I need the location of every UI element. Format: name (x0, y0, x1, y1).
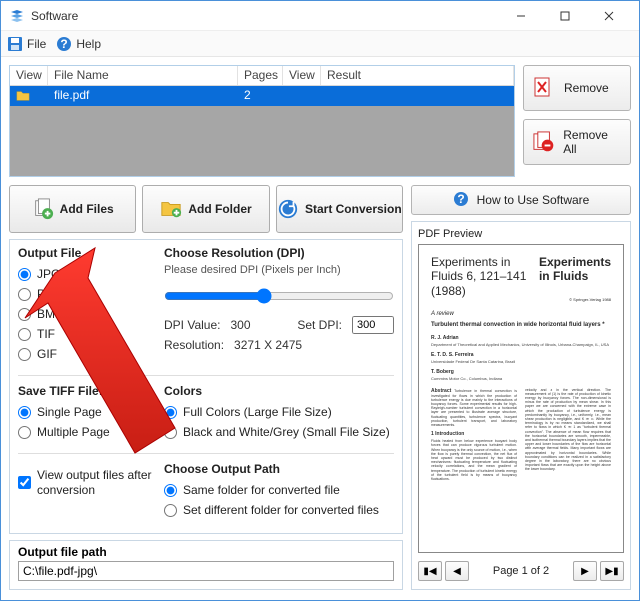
remove-all-label: Remove All (563, 128, 622, 156)
remove-all-icon (532, 130, 555, 154)
menu-help[interactable]: ? Help (56, 36, 101, 52)
radio-gif[interactable]: GIF (18, 344, 156, 364)
radio-png[interactable]: PNG (18, 284, 156, 304)
maximize-button[interactable] (543, 2, 587, 30)
cell-pages: 2 (238, 86, 283, 106)
add-folder-icon (160, 198, 182, 220)
titlebar: Software (1, 1, 639, 31)
radio-tiff-multi[interactable]: Multiple Page (18, 422, 156, 442)
dpi-res-value: 3271 X 2475 (234, 338, 302, 352)
add-folder-button[interactable]: Add Folder (142, 185, 269, 233)
svg-text:?: ? (457, 192, 464, 206)
radio-jpg[interactable]: JPG (18, 264, 156, 284)
menubar: File ? Help (1, 31, 639, 57)
nav-first-button[interactable]: ▮◀ (418, 561, 442, 581)
table-row[interactable]: file.pdf 2 (10, 86, 514, 106)
help-icon: ? (56, 36, 72, 52)
save-tiff-heading: Save TIFF File: (18, 384, 156, 398)
remove-label: Remove (564, 81, 609, 95)
menu-file[interactable]: File (7, 36, 46, 52)
svg-text:?: ? (61, 37, 68, 51)
table-header: View File Name Pages View Result (10, 66, 514, 86)
radio-path-same[interactable]: Same folder for converted file (164, 480, 394, 500)
add-files-label: Add Files (60, 202, 114, 216)
nav-prev-button[interactable]: ◀ (445, 561, 469, 581)
output-path-heading: Output file path (18, 545, 394, 559)
page-indicator: Page 1 of 2 (493, 565, 549, 577)
folder-icon (16, 89, 30, 103)
menu-help-label: Help (76, 37, 101, 51)
col-filename[interactable]: File Name (48, 66, 238, 85)
colors-heading: Colors (164, 384, 394, 398)
dpi-set-label: Set DPI: (297, 318, 342, 332)
file-table[interactable]: View File Name Pages View Result file.pd… (9, 65, 515, 177)
output-path-input[interactable] (18, 561, 394, 581)
dpi-slider[interactable] (164, 288, 394, 304)
how-to-use-button[interactable]: ? How to Use Software (411, 185, 631, 215)
add-files-icon (32, 198, 54, 220)
cell-filename: file.pdf (48, 86, 238, 106)
refresh-icon (277, 198, 299, 220)
choose-output-heading: Choose Output Path (164, 462, 394, 476)
close-button[interactable] (587, 2, 631, 30)
pdf-preview-heading: PDF Preview (418, 228, 624, 240)
col-view2[interactable]: View (283, 66, 321, 85)
radio-colors-full[interactable]: Full Colors (Large File Size) (164, 402, 394, 422)
dpi-value: 300 (230, 318, 250, 332)
output-file-heading: Output File (18, 246, 156, 260)
window-title: Software (31, 9, 499, 23)
radio-colors-bw[interactable]: Black and White/Grey (Small File Size) (164, 422, 394, 442)
pdf-preview-page[interactable]: Experiments in Fluids 6, 121–141 (1988) … (418, 244, 624, 553)
nav-last-button[interactable]: ▶▮ (600, 561, 624, 581)
menu-file-label: File (27, 37, 46, 51)
add-files-button[interactable]: Add Files (9, 185, 136, 233)
dpi-desc: Please desired DPI (Pixels per Inch) (164, 264, 394, 276)
start-conversion-label: Start Conversion (305, 202, 402, 216)
help-icon: ? (453, 191, 469, 210)
how-to-use-label: How to Use Software (477, 193, 590, 207)
col-result[interactable]: Result (321, 66, 514, 85)
minimize-button[interactable] (499, 2, 543, 30)
cell-result (321, 86, 514, 106)
radio-path-diff[interactable]: Set different folder for converted files (164, 500, 394, 520)
radio-tiff-single[interactable]: Single Page (18, 402, 156, 422)
app-icon (9, 8, 25, 24)
pdf-preview-panel: PDF Preview Experiments in Fluids 6, 121… (411, 221, 631, 590)
remove-icon (532, 76, 556, 100)
radio-bmp[interactable]: BMP (18, 304, 156, 324)
col-view[interactable]: View (10, 66, 48, 85)
output-path-panel: Output file path (9, 540, 403, 590)
radio-tif[interactable]: TIF (18, 324, 156, 344)
dpi-res-label: Resolution: (164, 338, 224, 352)
save-icon (7, 36, 23, 52)
col-pages[interactable]: Pages (238, 66, 283, 85)
dpi-value-label: DPI Value: (164, 318, 220, 332)
start-conversion-button[interactable]: Start Conversion (276, 185, 403, 233)
options-panel: Output File JPG PNG BMP TIF GIF Choose R… (9, 239, 403, 534)
remove-all-button[interactable]: Remove All (523, 119, 631, 165)
remove-button[interactable]: Remove (523, 65, 631, 111)
view-output-checkbox[interactable]: View output files after conversion (18, 468, 156, 497)
dpi-heading: Choose Resolution (DPI) (164, 246, 394, 260)
dpi-set-input[interactable] (352, 316, 394, 334)
nav-next-button[interactable]: ▶ (573, 561, 597, 581)
add-folder-label: Add Folder (188, 202, 251, 216)
